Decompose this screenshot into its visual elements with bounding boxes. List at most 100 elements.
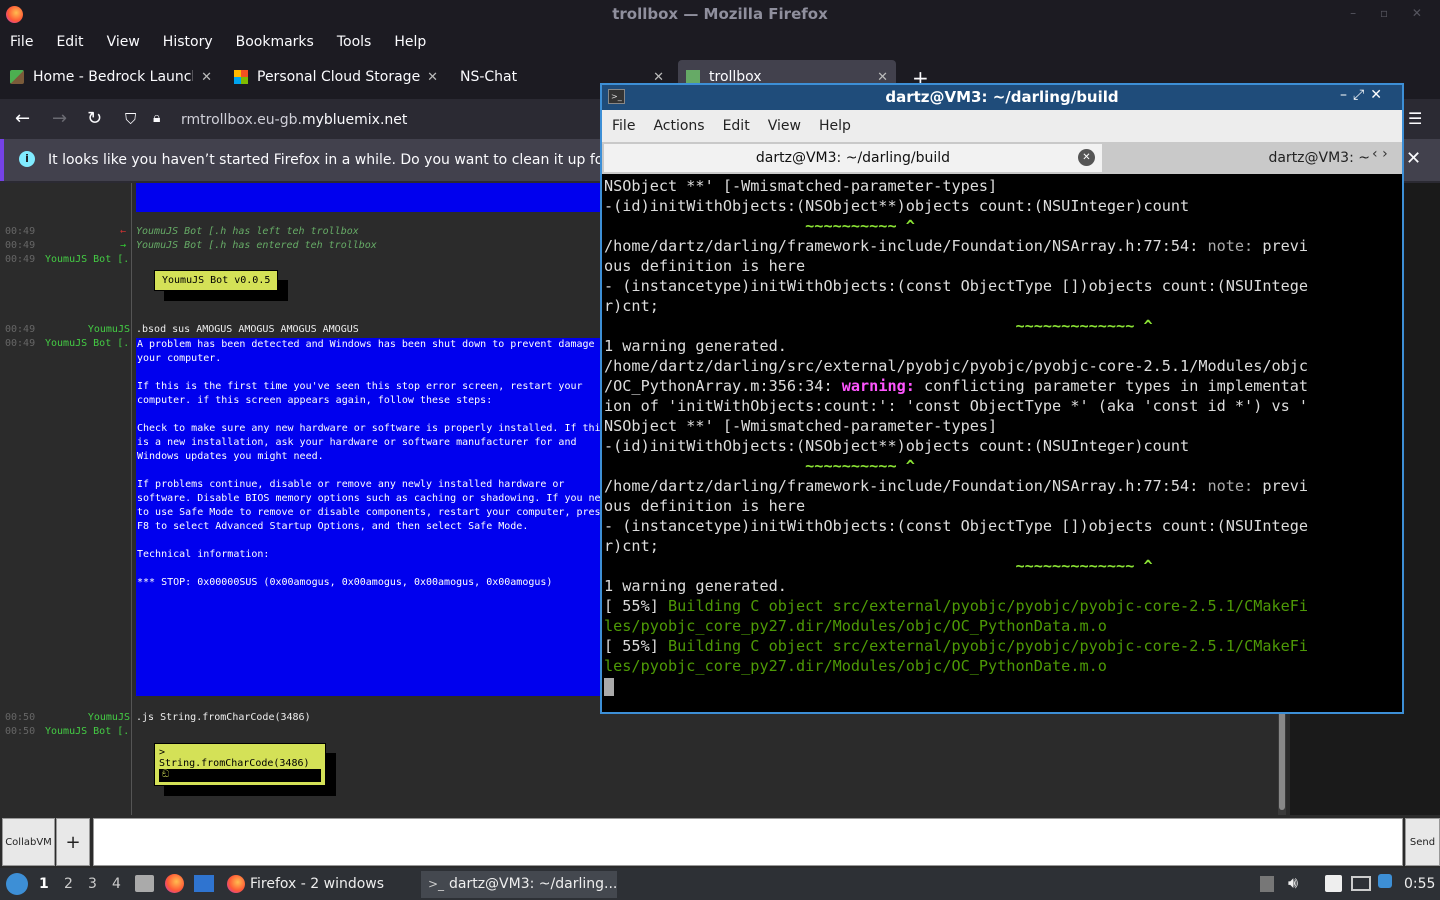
bsod-line: your computer.: [137, 353, 222, 364]
system-message: YoumuJS Bot [.h has entered teh trollbox: [136, 240, 377, 251]
chevron-left-icon[interactable]: ‹: [1372, 146, 1378, 162]
desktop-icon[interactable]: [194, 875, 214, 892]
terminal-text: NSObject **' [-Wmismatched-parameter-typ…: [604, 177, 998, 195]
terminal-text: ~~~~~~~~~~ ^: [604, 217, 915, 235]
workspace-4[interactable]: 4: [112, 876, 121, 892]
terminal-text: previ: [1262, 477, 1309, 495]
terminal-line: ~~~~~~~~~~~~~ ^: [604, 556, 1400, 576]
tab-personal-cloud-storage[interactable]: Personal Cloud Storage - ✕: [234, 60, 438, 94]
taskbar-terminal[interactable]: >_ dartz@VM3: ~/darling...: [421, 871, 617, 898]
close-tab-icon[interactable]: ✕: [427, 70, 438, 85]
nickname[interactable]: YoumuJS: [5, 712, 130, 723]
terminal-text: ~~~~~~~~~~ ^: [604, 457, 915, 475]
nickname[interactable]: YoumuJS: [5, 324, 130, 335]
menu-file[interactable]: File: [10, 34, 33, 50]
menu-bookmarks[interactable]: Bookmarks: [236, 34, 314, 50]
taskbar-firefox[interactable]: Firefox - 2 windows: [222, 871, 417, 898]
terminal-line: - (instancetype)initWithObjects:(const O…: [604, 516, 1400, 536]
cloud-storage-favicon-icon: [234, 70, 248, 84]
minimize-icon[interactable]: –: [1340, 87, 1353, 103]
menu-history[interactable]: History: [163, 34, 213, 50]
back-arrow-icon[interactable]: ←: [15, 108, 30, 129]
terminal-line: 1 warning generated.: [604, 336, 1400, 356]
menu-tools[interactable]: Tools: [337, 34, 372, 50]
terminal-window-controls[interactable]: –⤢✕: [1340, 87, 1388, 103]
terminal-text: r)cnt;: [604, 537, 659, 555]
close-tab-icon[interactable]: ✕: [1078, 149, 1095, 166]
menu-edit[interactable]: Edit: [56, 34, 83, 50]
lock-icon[interactable]: 🔒︎: [153, 110, 160, 126]
terminal-line: NSObject **' [-Wmismatched-parameter-typ…: [604, 176, 1400, 196]
collabvm-button[interactable]: CollabVM: [2, 818, 55, 866]
terminal-line: ~~~~~~~~~~ ^: [604, 216, 1400, 236]
display-icon[interactable]: [1351, 876, 1371, 891]
right-arrow-icon: →: [120, 240, 127, 251]
workspace-2[interactable]: 2: [64, 876, 73, 892]
tab-label: Personal Cloud Storage -: [257, 69, 422, 85]
bedrock-favicon-icon: [10, 70, 24, 84]
bsod-line: software. Disable BIOS memory options su…: [137, 493, 602, 504]
firefox-window-controls[interactable]: – ▫ ✕: [1350, 6, 1432, 20]
workspace-3[interactable]: 3: [88, 876, 97, 892]
close-tab-icon[interactable]: ✕: [201, 70, 212, 85]
file-manager-icon[interactable]: [135, 875, 154, 892]
timestamp: 00:49: [5, 240, 36, 251]
notification-icon[interactable]: [1378, 874, 1392, 888]
terminal-line: ion of 'initWithObjects:count:': 'const …: [604, 396, 1400, 416]
chat-scrollbar-thumb[interactable]: [1279, 705, 1285, 810]
timestamp: 00:49: [5, 226, 36, 237]
terminal-line: [ 55%] Building C object src/external/py…: [604, 596, 1400, 616]
terminal-text: NSObject **' [-Wmismatched-parameter-typ…: [604, 417, 998, 435]
chat-input[interactable]: [93, 818, 1403, 866]
tray-app-icon[interactable]: [1260, 876, 1274, 892]
chevron-right-icon[interactable]: ›: [1382, 146, 1388, 162]
term-menu-view[interactable]: View: [768, 118, 801, 134]
workspace-1[interactable]: 1: [39, 876, 49, 892]
menu-help[interactable]: Help: [394, 34, 426, 50]
js-result-output: ඞ: [159, 769, 321, 782]
maximize-icon[interactable]: ⤢: [1353, 87, 1370, 103]
terminal-titlebar[interactable]: dartz@VM3: ~/darling/build: [602, 85, 1402, 110]
hamburger-menu-icon[interactable]: ☰: [1408, 109, 1422, 128]
terminal-line: /home/dartz/darling/framework-include/Fo…: [604, 476, 1400, 496]
menu-view[interactable]: View: [107, 34, 140, 50]
terminal-output[interactable]: NSObject **' [-Wmismatched-parameter-typ…: [604, 176, 1400, 712]
terminal-tab-build[interactable]: dartz@VM3: ~/darling/build: [604, 144, 1102, 172]
bsod-line: ​: [137, 534, 602, 548]
term-menu-file[interactable]: File: [612, 118, 635, 134]
bsod-image: A problem has been detected and Windows …: [136, 338, 602, 696]
add-button[interactable]: +: [56, 818, 90, 866]
tab-scroll-arrows[interactable]: ‹ ›: [1372, 146, 1400, 170]
send-button[interactable]: Send: [1405, 818, 1440, 866]
nickname[interactable]: YoumuJS Bot [.h: [5, 726, 130, 737]
bsod-line: Check to make sure any new hardware or s…: [137, 423, 602, 434]
js-result-box: > String.fromCharCode(3486) ඞ: [154, 743, 326, 786]
terminal-text: ion of 'initWithObjects:count:': 'const …: [604, 397, 1309, 415]
bsod-line: If this is the first time you've seen th…: [137, 381, 583, 392]
nickname[interactable]: YoumuJS Bot [.h: [5, 254, 130, 265]
terminal-text: previ: [1262, 237, 1309, 255]
forward-arrow-icon[interactable]: →: [52, 108, 67, 129]
terminal-text: les/pyobjc_core_py27.dir/Modules/objc/OC…: [604, 617, 1107, 635]
tab-bedrock-launcher[interactable]: Home - Bedrock Launcher ✕: [10, 60, 212, 94]
terminal-text: [ 55%]: [604, 637, 669, 655]
terminal-text: Building C object src/external/pyobjc/py…: [668, 637, 1309, 655]
clipboard-icon[interactable]: [1325, 875, 1342, 892]
terminal-app-icon[interactable]: >_: [608, 89, 625, 104]
shield-icon[interactable]: ⛉: [125, 110, 136, 128]
firefox-launcher-icon[interactable]: [165, 874, 184, 893]
term-menu-edit[interactable]: Edit: [723, 118, 750, 134]
volume-icon[interactable]: 🔊︎: [1288, 873, 1298, 893]
terminal-icon: >_: [428, 877, 445, 891]
term-menu-actions[interactable]: Actions: [653, 118, 704, 134]
close-icon[interactable]: ✕: [1406, 148, 1421, 169]
term-menu-help[interactable]: Help: [819, 118, 851, 134]
nickname[interactable]: YoumuJS Bot [.h: [5, 338, 130, 349]
reload-icon[interactable]: ↻: [87, 108, 102, 129]
terminal-menubar: File Actions Edit View Help: [602, 110, 1402, 142]
chat-message: .js String.fromCharCode(3486): [136, 712, 311, 723]
start-menu-icon[interactable]: [6, 873, 28, 895]
terminal-text: -(id)initWithObjects:(NSObject**)objects…: [604, 437, 1190, 455]
terminal-tab-home[interactable]: dartz@VM3: ~: [1104, 144, 1370, 172]
close-icon[interactable]: ✕: [1370, 87, 1388, 103]
